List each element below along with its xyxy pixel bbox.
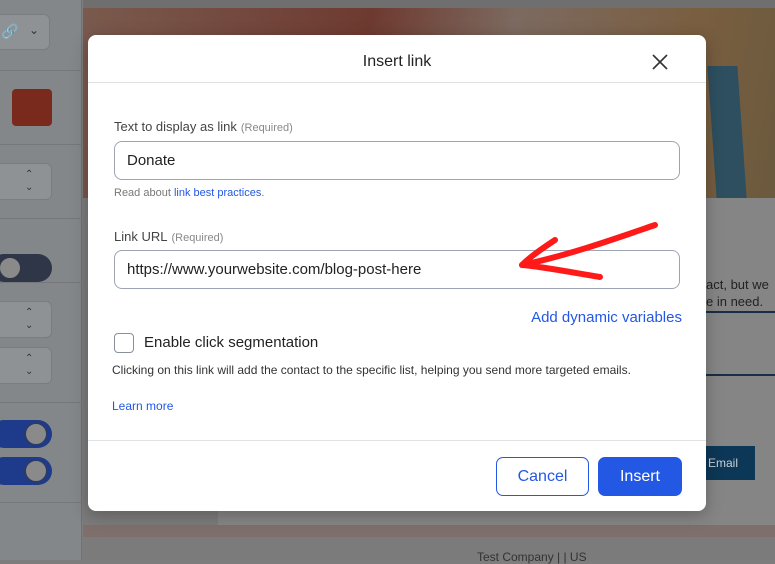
properties-sidebar: 🔗 ⌄ ⌃ ⌄ ⌃ ⌄ ⌃ ⌄ <box>0 0 82 560</box>
toggle-on[interactable] <box>0 420 52 448</box>
learn-more-link[interactable]: Learn more <box>112 399 173 413</box>
toggle-off[interactable] <box>0 254 52 282</box>
divider <box>706 374 775 376</box>
link-icon: 🔗 <box>1 23 19 39</box>
content-text: act, but we e in need. <box>706 276 769 310</box>
dialog-title: Insert link <box>362 53 432 70</box>
content-line-1: act, but we <box>706 277 769 292</box>
insert-button[interactable]: Insert <box>598 457 682 496</box>
click-segmentation-checkbox[interactable] <box>114 333 134 353</box>
close-icon[interactable] <box>650 52 670 72</box>
number-stepper[interactable]: ⌃ ⌄ <box>0 347 52 384</box>
stepper-arrows-icon: ⌃ ⌄ <box>25 307 34 331</box>
help-text: Read about link best practices. <box>114 187 264 199</box>
color-swatch[interactable] <box>12 89 52 126</box>
dialog-footer-divider <box>88 440 706 441</box>
text-label: Text to display as link (Required) <box>114 119 293 134</box>
cancel-button[interactable]: Cancel <box>496 457 589 496</box>
help-suffix: . <box>261 187 265 199</box>
content-line-2: e in need. <box>706 294 764 309</box>
help-prefix: Read about <box>114 187 174 199</box>
footer-band <box>83 525 775 537</box>
text-label-text: Text to display as link <box>114 119 237 134</box>
url-label-text: Link URL <box>114 229 168 244</box>
link-text-input[interactable]: Donate <box>114 141 680 180</box>
required-hint: (Required) <box>171 232 224 244</box>
click-segmentation-label[interactable]: Enable click segmentation <box>144 334 318 351</box>
stepper-arrows-icon: ⌃ ⌄ <box>25 353 34 377</box>
divider <box>706 311 775 313</box>
link-url-input[interactable]: https://www.yourwebsite.com/blog-post-he… <box>114 250 680 289</box>
number-stepper[interactable]: ⌃ ⌄ <box>0 163 52 200</box>
link-best-practices[interactable]: link best practices <box>174 187 261 199</box>
url-label: Link URL (Required) <box>114 229 223 244</box>
insert-link-dialog: Insert link Text to display as link (Requ… <box>88 35 706 511</box>
toggle-on[interactable] <box>0 457 52 485</box>
link-dropdown[interactable]: 🔗 ⌄ <box>0 14 50 50</box>
canvas-topbar <box>83 0 775 8</box>
footer-text: Test Company | | US <box>477 550 587 564</box>
required-hint: (Required) <box>240 122 293 134</box>
number-stepper[interactable]: ⌃ ⌄ <box>0 301 52 338</box>
email-button[interactable]: is Email <box>706 446 755 480</box>
stepper-arrows-icon: ⌃ ⌄ <box>25 169 34 193</box>
dialog-header: Insert link <box>88 35 706 83</box>
add-dynamic-variables-link[interactable]: Add dynamic variables <box>531 309 682 326</box>
segmentation-description: Clicking on this link will add the conta… <box>112 363 631 377</box>
chevron-down-icon: ⌄ <box>29 23 40 37</box>
